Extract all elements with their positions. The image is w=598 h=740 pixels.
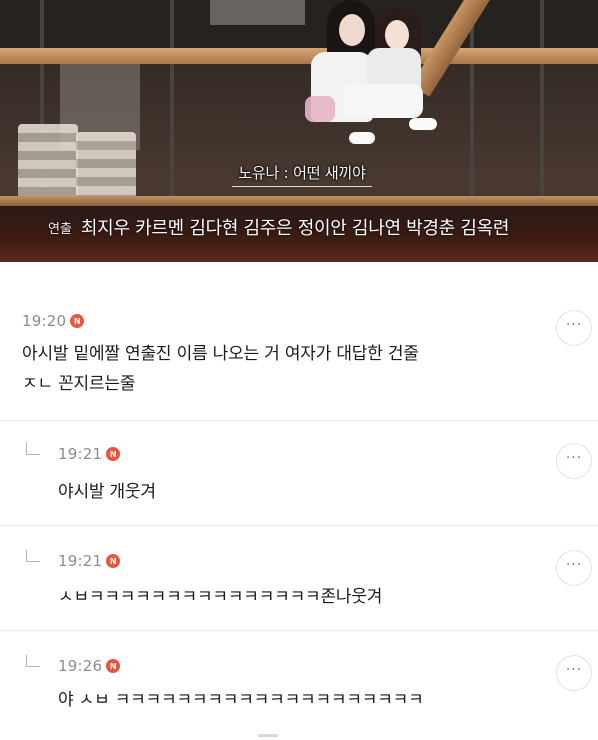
comment-meta: 19:21 N [58,445,121,463]
reply-arrow-icon [26,443,40,455]
comment-text-line: ㅅㅂㅋㅋㅋㅋㅋㅋㅋㅋㅋㅋㅋㅋㅋㅋㅋ존나웃겨 [58,587,383,607]
comment-time: 19:20 [22,312,67,330]
background-panel [210,0,305,25]
more-options-button[interactable]: ··· [556,310,592,346]
window-frame [170,0,174,200]
more-options-icon: ··· [565,557,583,573]
more-options-button[interactable]: ··· [556,655,592,691]
comment-text-line: ㅈㄴ 꼰지르는줄 [22,374,136,394]
subtitle-underline [232,186,372,187]
reply-arrow-icon [26,655,40,667]
credits-bar: 연출 최지우 카르멘 김다현 김주은 정이안 김나연 박경춘 김옥련 [0,207,598,247]
window-frame [540,0,544,200]
new-badge-icon: N [106,659,121,673]
credits-role: 연출 [48,221,72,237]
comment-meta: 19:21 N [58,552,121,570]
more-options-button[interactable]: ··· [556,550,592,586]
comment-text-line: 야시발 개웃겨 [58,482,156,502]
video-still: 노유나 : 어떤 새끼야 연출 최지우 카르멘 김다현 김주은 정이안 김나연 … [0,0,598,262]
comment-meta: 19:26 N [58,657,121,675]
new-badge-icon: N [106,554,121,568]
wooden-railing [0,48,598,64]
credits-names: 최지우 카르멘 김다현 김주은 정이안 김나연 박경춘 김옥련 [80,218,510,239]
comment-item: 19:20 N 아시발 밑에짤 연출진 이름 나오는 거 여자가 대답한 건줄 … [0,262,598,420]
more-options-icon: ··· [565,317,583,333]
reply-item: 19:26 N 야 ㅅㅂ ㅋㅋㅋㅋㅋㅋㅋㅋㅋㅋㅋㅋㅋㅋㅋㅋㅋㅋㅋㅋ ··· [0,631,598,740]
shelf-unit [18,124,78,200]
new-badge-icon: N [106,447,121,461]
next-item-peek [258,734,278,737]
reply-arrow-icon [26,550,40,562]
comment-text-line: 야 ㅅㅂ ㅋㅋㅋㅋㅋㅋㅋㅋㅋㅋㅋㅋㅋㅋㅋㅋㅋㅋㅋㅋ [58,690,424,710]
reply-item: 19:21 N ㅅㅂㅋㅋㅋㅋㅋㅋㅋㅋㅋㅋㅋㅋㅋㅋㅋ존나웃겨 ··· [0,526,598,630]
reply-item: 19:21 N 야시발 개웃겨 ··· [0,421,598,525]
comment-time: 19:21 [58,445,103,463]
new-badge-icon: N [70,314,85,328]
people-cutout-image [305,0,445,150]
more-options-button[interactable]: ··· [556,443,592,479]
video-subtitle: 노유나 : 어떤 새끼야 [238,163,366,182]
more-options-icon: ··· [565,450,583,466]
comment-time: 19:21 [58,552,103,570]
comment-text-line: 아시발 밑에짤 연출진 이름 나오는 거 여자가 대답한 건줄 [22,344,419,364]
comment-meta: 19:20 N [22,312,85,330]
more-options-icon: ··· [565,662,583,678]
wooden-ledge [0,196,598,206]
comment-time: 19:26 [58,657,103,675]
